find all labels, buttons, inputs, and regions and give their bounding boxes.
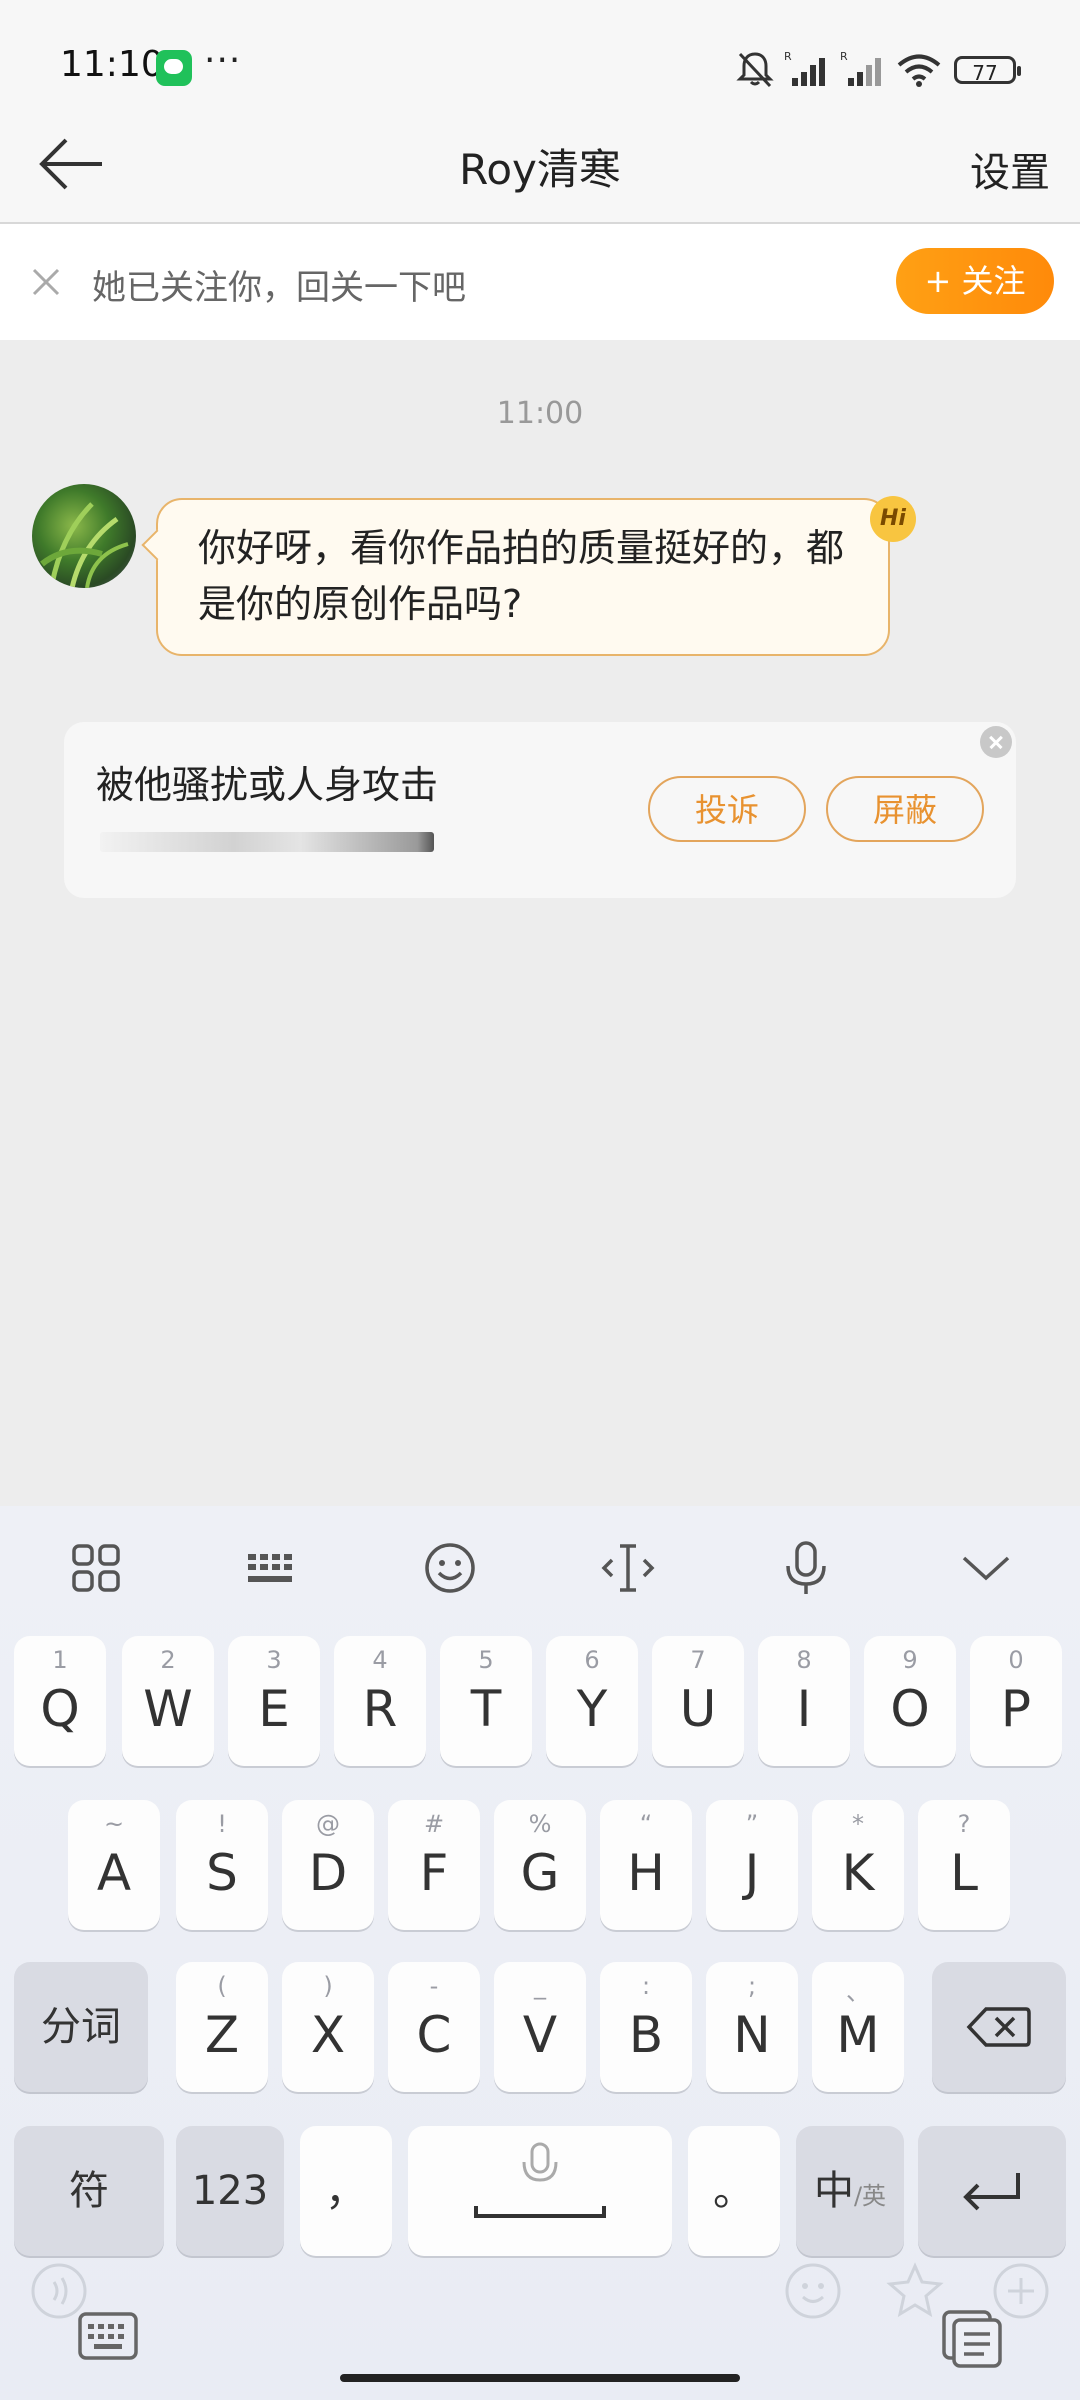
keyboard-switch-icon[interactable]	[76, 2310, 140, 2366]
key-e[interactable]: 3E	[228, 1636, 320, 1766]
chat-title: Roy清寒	[459, 145, 621, 194]
enter-icon	[963, 2173, 1020, 2211]
number-key[interactable]: 123	[176, 2126, 284, 2256]
key-j[interactable]: ” J	[706, 1800, 798, 1930]
key-k[interactable]: * K	[812, 1800, 904, 1930]
svg-text:R: R	[784, 50, 792, 63]
message-text: 你好呀，看你作品拍的质量挺好的，都是你的原创作品吗?	[198, 526, 845, 626]
period-key[interactable]: 。	[688, 2126, 780, 2256]
key-o[interactable]: 9O	[864, 1636, 956, 1766]
home-indicator[interactable]	[340, 2374, 740, 2382]
keyboard-layout-icon[interactable]	[236, 1540, 308, 1596]
language-label: 中	[813, 2168, 854, 2214]
key-c[interactable]: -C	[388, 1962, 480, 2092]
key-q[interactable]: 1Q	[14, 1636, 106, 1766]
key-v[interactable]: _ V	[494, 1962, 586, 2092]
menu-grid-icon[interactable]	[60, 1540, 132, 1596]
mic-icon[interactable]	[770, 1540, 842, 1596]
language-switch-key[interactable]: 中/英	[796, 2126, 904, 2256]
key-d[interactable]: @ D	[282, 1800, 374, 1930]
key-u[interactable]: 7U	[652, 1636, 744, 1766]
key-m[interactable]: 、 M	[812, 1962, 904, 2092]
follow-button[interactable]: + 关注	[896, 248, 1054, 314]
close-icon[interactable]	[28, 264, 64, 300]
more-notifications-indicator: ···	[204, 40, 242, 81]
emoji-icon[interactable]	[414, 1540, 486, 1596]
signal-2-icon: R	[840, 50, 881, 86]
avatar[interactable]	[32, 484, 136, 588]
settings-button[interactable]: 设置	[970, 140, 1050, 198]
sticker-icon[interactable]	[886, 2262, 944, 2320]
key-g[interactable]: % G	[494, 1800, 586, 1930]
key-b[interactable]: :B	[600, 1962, 692, 2092]
close-card-icon[interactable]	[980, 726, 1012, 758]
key-l[interactable]: ? L	[918, 1800, 1010, 1930]
wechat-notification-icon	[156, 50, 192, 86]
block-button[interactable]: 屏蔽	[826, 776, 984, 842]
collapse-keyboard-icon[interactable]	[950, 1540, 1022, 1596]
space-key[interactable]	[408, 2126, 672, 2256]
clipboard-icon[interactable]	[940, 2308, 1004, 2368]
key-h[interactable]: “H	[600, 1800, 692, 1930]
blurred-text-placeholder	[100, 832, 434, 852]
cursor-icon[interactable]	[592, 1540, 664, 1596]
key-n[interactable]: ; N	[706, 1962, 798, 2092]
key-x[interactable]: ) X	[282, 1962, 374, 2092]
key-s[interactable]: ! S	[176, 1800, 268, 1930]
wifi-icon	[897, 54, 941, 87]
complain-button[interactable]: 投诉	[648, 776, 806, 842]
svg-text:R: R	[840, 50, 848, 63]
enter-key[interactable]	[918, 2126, 1066, 2256]
comma-key[interactable]: ，	[300, 2126, 392, 2256]
language-sub-label: /英	[853, 2182, 887, 2210]
hi-badge: Hi	[870, 496, 916, 542]
key-p[interactable]: 0P	[970, 1636, 1062, 1766]
mute-bell-icon	[736, 52, 774, 88]
report-card-title: 被他骚扰或人身攻击	[96, 763, 439, 807]
key-w[interactable]: 2W	[122, 1636, 214, 1766]
segment-key[interactable]: 分词	[14, 1962, 148, 2092]
key-t[interactable]: 5T	[440, 1636, 532, 1766]
battery-indicator: 77	[954, 56, 1021, 85]
key-i[interactable]: 8I	[758, 1636, 850, 1766]
key-z[interactable]: (Z	[176, 1962, 268, 2092]
key-r[interactable]: 4R	[334, 1636, 426, 1766]
key-f[interactable]: # F	[388, 1800, 480, 1930]
face-icon[interactable]	[784, 2262, 842, 2320]
signal-1-icon: R	[784, 50, 825, 86]
space-mic-icon	[474, 2142, 606, 2218]
key-y[interactable]: 6Y	[546, 1636, 638, 1766]
key-a[interactable]: ~ A	[68, 1800, 160, 1930]
follow-back-prompt: 她已关注你，回关一下吧	[92, 268, 466, 308]
symbol-key[interactable]: 符	[14, 2126, 164, 2256]
message-timestamp: 11:00	[496, 396, 584, 431]
backspace-key[interactable]	[932, 1962, 1066, 2092]
backspace-icon	[966, 2007, 1031, 2047]
status-time: 11:10	[60, 44, 164, 85]
